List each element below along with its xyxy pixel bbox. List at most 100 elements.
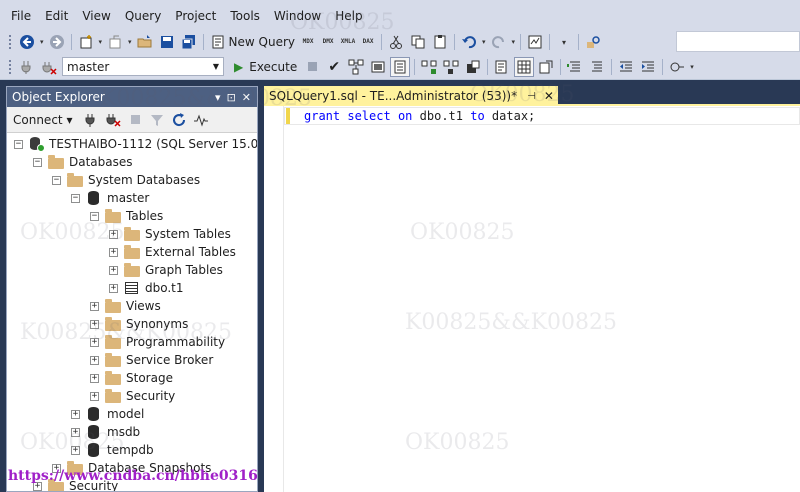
dax-query-button[interactable]: DAX [359,33,377,51]
copy-icon[interactable] [408,32,428,52]
results-to-text-icon[interactable] [492,57,512,77]
expand-icon[interactable]: + [71,445,80,455]
actual-plan-icon[interactable] [419,57,439,77]
disconnect-plug-icon[interactable] [103,110,123,130]
results-to-file-icon[interactable] [536,57,556,77]
paste-icon[interactable] [430,32,450,52]
tab-pin-icon[interactable]: ⊣ [527,91,536,102]
undo-icon[interactable] [459,32,479,52]
xmla-query-button[interactable]: XMLA [339,33,357,51]
decrease-indent-icon[interactable] [616,57,636,77]
menu-query[interactable]: Query [118,0,168,32]
tree-node[interactable]: + Graph Tables [109,261,223,279]
tree-node[interactable]: − System Databases [52,171,200,189]
stop-icon[interactable] [125,110,145,130]
expand-icon[interactable]: + [109,283,118,293]
back-icon[interactable] [17,32,37,52]
collapse-icon[interactable]: − [52,175,61,185]
redo-dropdown-icon[interactable]: ▾ [512,38,516,46]
tree-node[interactable]: + dbo.t1 [109,279,184,297]
add-item-dropdown-icon[interactable]: ▾ [128,38,132,46]
connect-dropdown-button[interactable]: Connect ▾ [13,113,72,127]
toolbar-grip[interactable] [8,58,12,75]
uncomment-lines-icon[interactable] [587,57,607,77]
collapse-icon[interactable]: − [71,193,80,203]
tree-node[interactable]: + model [71,405,144,423]
tree-node[interactable]: + tempdb [71,441,154,459]
undo-dropdown-icon[interactable]: ▾ [482,38,486,46]
filter-icon[interactable] [147,110,167,130]
toolbar-options-icon[interactable]: ▾ [554,32,574,52]
tab-close-icon[interactable]: ✕ [544,89,554,103]
redo-icon[interactable] [489,32,509,52]
connect-icon[interactable] [17,57,37,77]
expand-icon[interactable]: + [90,319,99,329]
parse-check-icon[interactable]: ✔ [324,57,344,77]
available-databases-select[interactable]: master ▼ [62,57,224,76]
collapse-icon[interactable]: − [90,211,99,221]
collapse-icon[interactable]: − [14,139,23,149]
increase-indent-icon[interactable] [638,57,658,77]
menu-view[interactable]: View [75,0,117,32]
menu-file[interactable]: File [4,0,38,32]
collapse-icon[interactable]: − [33,157,42,167]
forward-icon[interactable] [47,32,67,52]
quick-find-input[interactable] [676,31,800,52]
add-item-icon[interactable] [105,32,125,52]
tree-node[interactable]: + msdb [71,423,140,441]
query-editor[interactable]: grant select on dbo.t1 to datax; [264,106,800,492]
estimated-plan-icon[interactable] [346,57,366,77]
cut-icon[interactable] [386,32,406,52]
tree-node[interactable]: − master [71,189,149,207]
tree-node[interactable]: + Service Broker [90,351,213,369]
expand-icon[interactable]: + [109,229,118,239]
expand-icon[interactable]: + [71,427,80,437]
menu-help[interactable]: Help [328,0,369,32]
find-icon[interactable] [583,32,603,52]
menu-project[interactable]: Project [168,0,223,32]
expand-icon[interactable]: + [90,301,99,311]
query-options-icon[interactable] [368,57,388,77]
connect-plug-icon[interactable] [81,110,101,130]
tree-node[interactable]: + External Tables [109,243,236,261]
new-project-dropdown-icon[interactable]: ▾ [99,38,103,46]
window-position-dropdown-icon[interactable]: ▾ [215,91,221,104]
close-icon[interactable]: ✕ [242,91,251,104]
tab-sqlquery1[interactable]: SQLQuery1.sql - TE...Administrator (53))… [264,86,558,106]
activity-wave-icon[interactable] [191,110,211,130]
specify-values-icon[interactable] [667,57,687,77]
menu-edit[interactable]: Edit [38,0,75,32]
comment-lines-icon[interactable] [565,57,585,77]
menu-tools[interactable]: Tools [223,0,267,32]
expand-icon[interactable]: + [90,337,99,347]
execute-button[interactable]: ▶ Execute [230,60,301,74]
toolbar-grip[interactable] [8,34,12,50]
open-file-icon[interactable] [135,32,155,52]
intellisense-icon[interactable] [390,56,411,77]
expand-icon[interactable]: + [109,265,118,275]
save-icon[interactable] [157,32,177,52]
tree-node[interactable]: + Security [90,387,175,405]
tree-node[interactable]: − TESTHAIBO-1112 (SQL Server 15.0.2000 [14,135,257,153]
menu-window[interactable]: Window [267,0,328,32]
expand-icon[interactable]: + [109,247,118,257]
refresh-icon[interactable] [169,110,189,130]
expand-icon[interactable]: + [71,409,80,419]
expand-icon[interactable]: + [90,355,99,365]
results-to-grid-icon[interactable] [514,56,535,77]
pin-icon[interactable]: ⊡ [227,91,236,104]
new-project-icon[interactable] [76,32,96,52]
tree-node[interactable]: + Synonyms [90,315,188,333]
back-dropdown-icon[interactable]: ▾ [40,38,44,46]
activity-monitor-icon[interactable] [525,32,545,52]
save-all-icon[interactable] [179,32,199,52]
cancel-query-icon[interactable] [302,57,322,77]
new-query-button[interactable]: New Query [207,32,298,52]
client-stats-icon[interactable] [463,57,483,77]
tree-node[interactable]: + Storage [90,369,173,387]
code-line-1[interactable]: grant select on dbo.t1 to datax; [304,108,535,124]
mdx-query-button[interactable]: MDX [299,33,317,51]
live-stats-icon[interactable] [441,57,461,77]
tree-node[interactable]: + Programmability [90,333,225,351]
tree-node[interactable]: − Databases [33,153,133,171]
